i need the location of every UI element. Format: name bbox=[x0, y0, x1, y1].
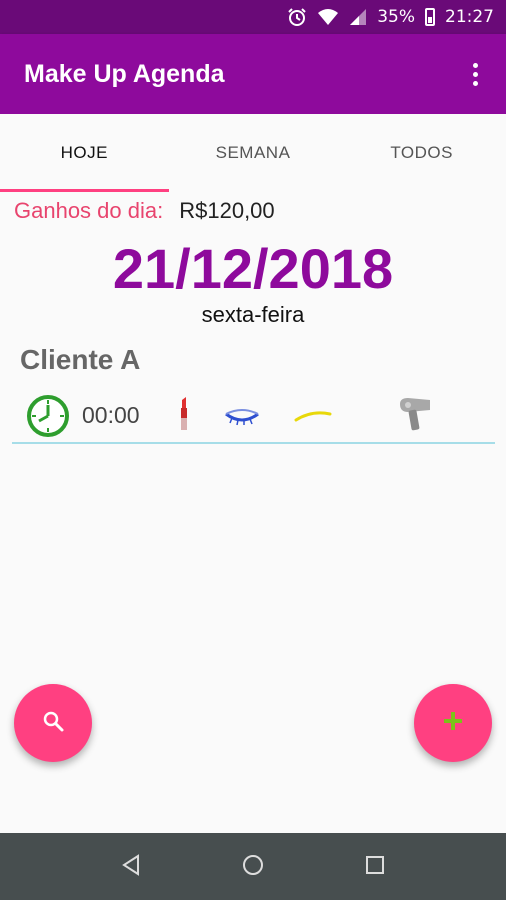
appointment-time: 00:00 bbox=[82, 402, 140, 428]
home-button[interactable] bbox=[228, 842, 278, 892]
battery-percent: 35% bbox=[377, 7, 415, 27]
signal-icon bbox=[349, 8, 367, 26]
status-time: 21:27 bbox=[445, 7, 494, 27]
alarm-icon bbox=[287, 7, 307, 27]
appointment-item[interactable]: Cliente A 00:00 bbox=[12, 340, 495, 446]
hair-dryer-icon bbox=[396, 396, 436, 438]
weekday-label: sexta-feira bbox=[201, 302, 305, 327]
recents-icon bbox=[364, 854, 386, 880]
app-bar: Make Up Agenda bbox=[0, 34, 506, 114]
navigation-bar bbox=[0, 833, 506, 900]
home-icon bbox=[241, 853, 265, 881]
battery-icon bbox=[425, 8, 435, 26]
more-vert-icon[interactable] bbox=[467, 57, 484, 92]
search-button[interactable] bbox=[14, 684, 92, 762]
tab-semana[interactable]: SEMANA bbox=[169, 114, 338, 192]
status-bar: 35% 21:27 bbox=[0, 0, 506, 34]
app-title: Make Up Agenda bbox=[24, 59, 225, 88]
tab-hoje[interactable]: HOJE bbox=[0, 114, 169, 192]
tab-todos[interactable]: TODOS bbox=[337, 114, 506, 192]
add-icon bbox=[442, 710, 464, 736]
earnings-value: R$120,00 bbox=[179, 198, 275, 223]
recents-button[interactable] bbox=[350, 842, 400, 892]
add-appointment-button[interactable] bbox=[414, 684, 492, 762]
back-icon bbox=[120, 853, 142, 881]
lipstick-icon bbox=[178, 396, 190, 438]
appointment-details: 00:00 bbox=[12, 394, 495, 438]
wifi-icon bbox=[317, 8, 339, 26]
search-icon bbox=[41, 709, 65, 737]
clock-icon bbox=[26, 394, 70, 442]
eyelashes-icon bbox=[222, 404, 262, 430]
tab-bar: HOJE SEMANA TODOS bbox=[0, 114, 506, 192]
eyebrow-icon bbox=[294, 406, 334, 430]
current-date: 21/12/2018 bbox=[112, 237, 394, 300]
earnings-label: Ganhos do dia: bbox=[14, 198, 164, 223]
daily-earnings: Ganhos do dia: R$120,00 bbox=[14, 198, 275, 224]
divider bbox=[12, 442, 495, 444]
client-name: Cliente A bbox=[20, 344, 141, 375]
back-button[interactable] bbox=[106, 842, 156, 892]
